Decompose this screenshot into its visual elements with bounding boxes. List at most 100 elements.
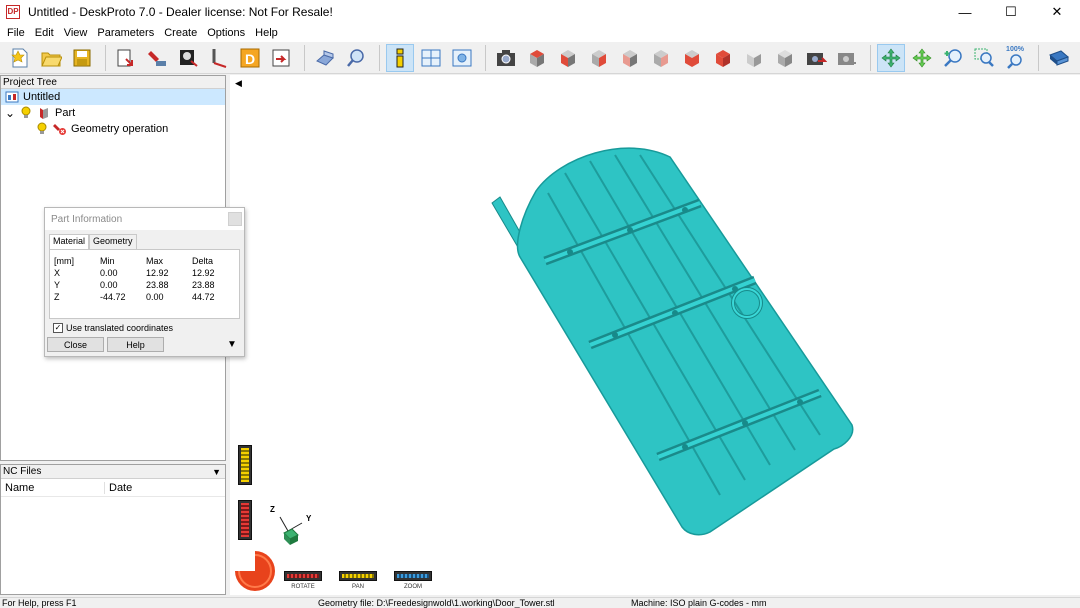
menu-help[interactable]: Help (250, 27, 283, 39)
table-cell: -44.72 (100, 292, 126, 302)
view-iso-icon[interactable] (709, 44, 737, 72)
rotate-control[interactable] (284, 571, 322, 581)
menu-options[interactable]: Options (202, 27, 250, 39)
view-window-icon[interactable] (448, 44, 476, 72)
zoom-in-tool-icon[interactable] (939, 44, 967, 72)
tree-item-label: Part (55, 107, 76, 119)
tree-item-label: Untitled (23, 91, 61, 103)
toolbar-separator (304, 44, 305, 71)
toolbar-separator (870, 44, 871, 71)
pan-tool-icon[interactable] (908, 44, 936, 72)
dialog-title-bar[interactable]: Part Information (45, 208, 244, 230)
nc-files-title: NC Files (3, 466, 42, 477)
zoom-100-icon[interactable]: 100% (1001, 44, 1029, 72)
close-window-button[interactable]: ✕ (1034, 0, 1080, 24)
expand-chevron-icon[interactable]: ⌄ (5, 107, 19, 119)
pan-control[interactable] (339, 571, 377, 581)
expand-dialog-icon[interactable]: ▼ (227, 339, 237, 350)
menu-bar: File Edit View Parameters Create Options… (0, 24, 1080, 42)
render3-icon[interactable] (833, 44, 861, 72)
tree-item-geometry-operation[interactable]: Geometry operation (1, 121, 225, 137)
close-button[interactable]: Close (47, 337, 104, 352)
import-geometry-icon[interactable] (112, 44, 140, 72)
new-project-icon[interactable] (6, 44, 34, 72)
screenshot-icon[interactable] (492, 44, 520, 72)
menu-file[interactable]: File (2, 27, 30, 39)
toolbar-separator (485, 44, 486, 71)
menu-view[interactable]: View (59, 27, 93, 39)
rotate-tool-icon[interactable] (877, 43, 905, 72)
save-project-icon[interactable] (68, 44, 96, 72)
table-cell: 44.72 (192, 292, 215, 302)
translated-coordinates-checkbox[interactable]: ✓ (53, 323, 63, 333)
view-back-icon[interactable] (678, 44, 706, 72)
view-left-icon[interactable] (585, 44, 613, 72)
dropdown-arrow-icon[interactable]: ▼ (212, 467, 221, 477)
drawing-operation-icon[interactable]: D (236, 44, 264, 72)
window-title: Untitled - DeskProto 7.0 - Dealer licens… (28, 5, 333, 19)
axis-cube-icon (279, 516, 303, 545)
dialog-close-icon[interactable] (228, 212, 242, 226)
zoom-window-icon[interactable] (970, 44, 998, 72)
lightbulb-icon[interactable] (19, 106, 33, 120)
door-model (491, 147, 854, 536)
app-logo-icon: DP (6, 5, 20, 19)
view-top-icon[interactable] (523, 44, 551, 72)
part-icon (37, 106, 51, 120)
tree-item-project[interactable]: Untitled (1, 89, 225, 105)
main-toolbar: D 100% (0, 42, 1080, 74)
edit-part-icon[interactable] (311, 44, 339, 72)
translated-coordinates-option[interactable]: ✓ Use translated coordinates (53, 323, 244, 333)
help-book-icon[interactable] (1045, 44, 1073, 72)
nc-column-date[interactable]: Date (105, 482, 132, 494)
status-bar: For Help, press F1 Geometry file: D:\Fre… (0, 597, 1080, 608)
export-icon[interactable] (267, 44, 295, 72)
table-cell: 0.00 (100, 280, 118, 290)
zoom-control[interactable] (394, 571, 432, 581)
nc-column-name[interactable]: Name (1, 481, 105, 494)
render2-icon[interactable] (802, 44, 830, 72)
table-header: Min (100, 256, 115, 266)
view-iso2-icon[interactable] (740, 44, 768, 72)
maximize-button[interactable]: ☐ (988, 0, 1034, 24)
table-header: Max (146, 256, 164, 266)
help-button[interactable]: Help (107, 337, 164, 352)
dialog-title: Part Information (51, 213, 123, 225)
tab-material[interactable]: Material (49, 234, 90, 249)
lightbulb-icon[interactable] (35, 122, 49, 136)
render-icon[interactable] (771, 44, 799, 72)
minimize-button[interactable]: — (942, 0, 988, 24)
table-cell: 12.92 (192, 268, 215, 278)
3d-viewport[interactable]: ◀ Z Y ROTATE PAN ZOOM (230, 75, 1080, 595)
menu-parameters[interactable]: Parameters (92, 27, 159, 39)
table-cell: 12.92 (146, 268, 169, 278)
table-header: Delta (192, 256, 214, 266)
toolbar-separator (379, 44, 380, 71)
toolbar-separator (105, 44, 106, 71)
table-cell: Y (54, 280, 61, 290)
nc-files-columns: Name Date (1, 479, 225, 497)
zoom-wheel-control[interactable] (238, 445, 252, 485)
axis-triad: Z Y (270, 505, 320, 550)
tree-item-part[interactable]: ⌄ Part (1, 105, 225, 121)
table-cell: 0.00 (146, 292, 164, 302)
vector-operation-icon[interactable] (205, 44, 233, 72)
project-icon (5, 90, 19, 104)
view-front-icon[interactable] (647, 44, 675, 72)
table-cell: 23.88 (192, 280, 215, 290)
layout-window-icon[interactable] (417, 44, 445, 72)
menu-create[interactable]: Create (159, 27, 202, 39)
menu-edit[interactable]: Edit (30, 27, 59, 39)
view-bottom-icon[interactable] (554, 44, 582, 72)
bitmap-operation-icon[interactable] (174, 44, 202, 72)
rotate-wheel-control[interactable] (238, 500, 252, 540)
open-project-icon[interactable] (37, 44, 65, 72)
part-information-icon[interactable] (386, 43, 414, 72)
tab-geometry[interactable]: Geometry (89, 234, 137, 249)
nc-files-header: NC Files ▼ (1, 465, 225, 479)
rotate-dial-icon[interactable] (233, 549, 277, 593)
geometry-operation-icon[interactable] (143, 44, 171, 72)
part-dimensions-table: [mm] Min Max Delta X 0.00 12.92 12.92 Y … (49, 249, 240, 319)
view-right-icon[interactable] (616, 44, 644, 72)
zoom-part-icon[interactable] (342, 44, 370, 72)
